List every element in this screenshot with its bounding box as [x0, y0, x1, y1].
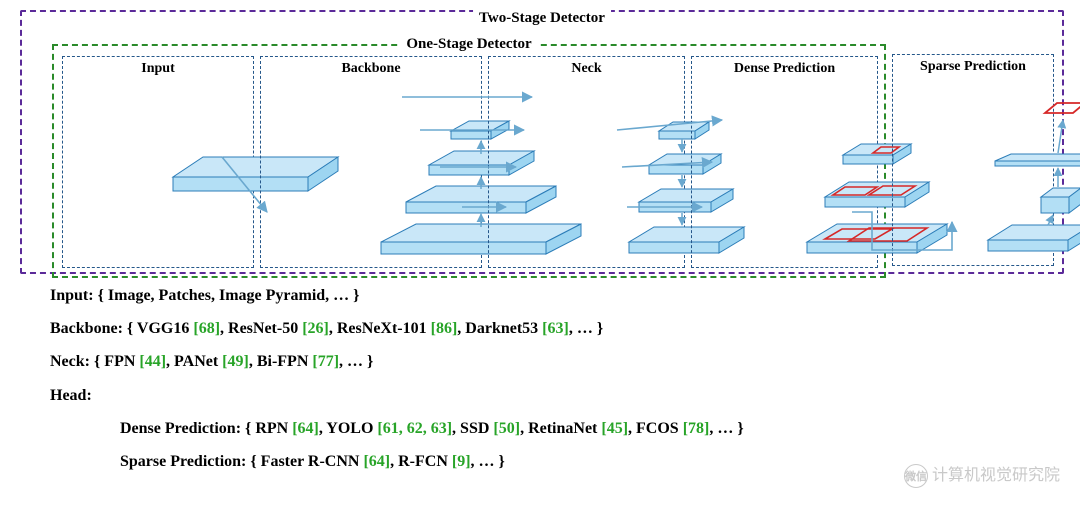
legend-backbone: Backbone: { VGG16 [68], ResNet-50 [26], …	[50, 319, 744, 338]
legend-neck: Neck: { FPN [44], PANet [49], Bi-FPN [77…	[50, 352, 744, 371]
legend-sparse-prediction: Sparse Prediction: { Faster R-CNN [64], …	[120, 452, 744, 471]
wechat-icon: 微信	[904, 464, 928, 488]
legend-dense-prediction: Dense Prediction: { RPN [64], YOLO [61, …	[120, 419, 744, 438]
two-stage-detector-box: Two-Stage Detector One-Stage Detector In…	[20, 10, 1064, 274]
connector-arrows-icon	[22, 12, 1062, 272]
legend-input: Input: { Image, Patches, Image Pyramid, …	[50, 286, 744, 305]
watermark-text: 计算机视觉研究院	[932, 467, 1060, 484]
legend-head: Head:	[50, 386, 744, 405]
watermark: 微信计算机视觉研究院	[904, 461, 1060, 488]
legend-block: Input: { Image, Patches, Image Pyramid, …	[50, 286, 744, 485]
